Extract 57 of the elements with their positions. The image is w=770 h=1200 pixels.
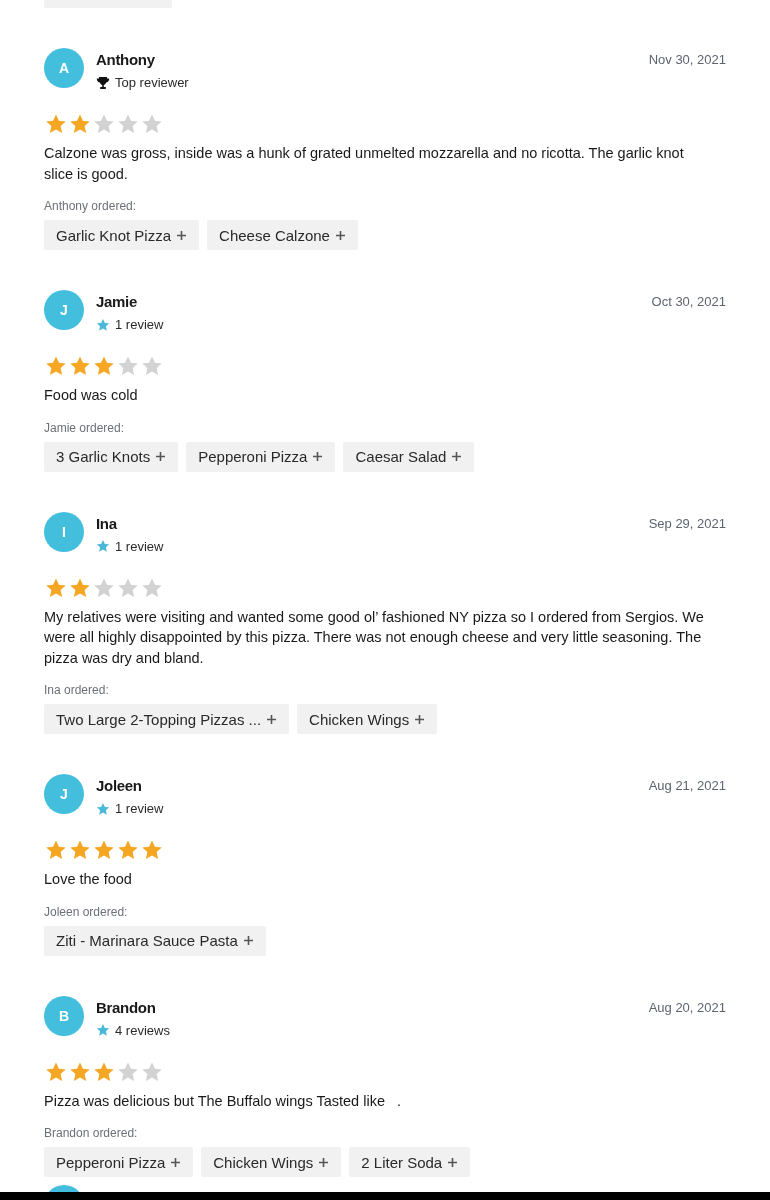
review-text: Pizza was delicious but The Buffalo wings Tasted like . [44,1091,403,1111]
ordered-label: Jamie ordered: [44,419,126,436]
reviewer-name: Anthony [96,51,156,69]
avatar: B [44,995,84,1036]
star-icon [96,1023,110,1037]
star-icon [96,317,110,332]
order-item-chip[interactable]: 2 Liter Soda [349,1147,471,1177]
plus-icon [312,451,324,462]
order-item-chip[interactable]: 3 Garlic Knots [44,441,179,472]
review-date: Oct 30, 2021 [651,294,726,309]
review-text: Love the food [44,870,133,889]
review-text: Food was cold [44,386,139,405]
order-item-chip[interactable]: Chicken Wings [201,1147,342,1177]
avatar: J [44,290,84,330]
order-item-chip[interactable]: Pepperoni Pizza [44,1147,194,1177]
review-date: Aug 21, 2021 [648,778,726,793]
order-item-chip[interactable]: Caesar Salad [343,441,475,472]
plus-icon [451,451,463,462]
plus-icon [266,713,278,725]
ordered-label: Anthony ordered: [44,198,138,214]
order-item-chip[interactable]: Cheese Calzone [207,220,358,250]
order-item-chip[interactable]: Two Large 2-Topping Pizzas ... [44,704,290,734]
plus-icon [447,1156,459,1168]
order-item-chip[interactable]: Ziti - Marinara Sauce Pasta [44,925,266,956]
reviewer-name: Brandon [96,998,157,1017]
review-date: Nov 30, 2021 [648,52,726,67]
reviewer-name: Joleen [96,777,143,795]
reviewer-badge-label: Top reviewer [115,75,189,90]
plus-icon [414,713,426,725]
order-item-chip[interactable]: Garlic Knot Pizza [44,220,200,250]
ordered-label: Joleen ordered: [44,903,129,920]
reviewer-badge-label: 1 review [115,317,164,332]
order-item-chip[interactable]: Pepperoni Pizza [186,441,336,472]
star-icon [96,801,110,816]
review-text: My relatives were visiting and wanted some good ol’ fashioned NY pizza so I ordered from Sergios. We were all highly disappointed by this pizza. There was not enough cheese and very little seasoning. The pizza was dry and bland. [44,607,704,668]
order-item-chip[interactable]: Chicken Wings [297,704,438,734]
plus-icon [318,1156,330,1168]
star-icon [96,539,110,553]
reviewer-badge-label: 1 review [115,801,164,816]
ordered-label: Ina ordered: [44,682,110,698]
avatar: A [44,48,84,88]
review-date: Aug 20, 2021 [648,999,726,1015]
reviewer-name: Ina [96,514,118,533]
review-text: Calzone was gross, inside was a hunk of grated unmelted mozzarella and no ricotta. The garlic knot slice is good. [44,144,685,184]
avatar: J [44,774,84,814]
avatar: I [44,511,84,552]
plus-icon [170,1156,182,1168]
plus-icon [155,451,167,462]
reviewer-badge-label: 1 review [115,538,164,554]
reviewer-name: Jamie [96,293,139,311]
ordered-label: Brandon ordered: [44,1125,139,1141]
plus-icon [176,229,188,241]
review-date: Sep 29, 2021 [648,515,726,531]
trophy-icon [96,75,110,90]
reviewer-badge-label: 4 reviews [115,1022,170,1038]
plus-icon [334,229,346,241]
plus-icon [242,935,254,946]
